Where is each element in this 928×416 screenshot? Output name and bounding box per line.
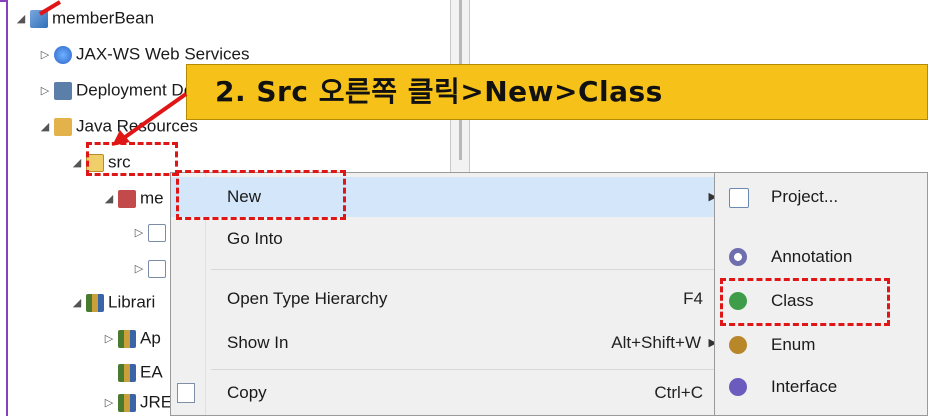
tree-item-library[interactable]: EA bbox=[116, 358, 172, 386]
submenu-item-interface[interactable]: Interface bbox=[715, 365, 927, 409]
java-file-icon bbox=[148, 223, 166, 242]
collapse-twisty-icon[interactable]: ▷ bbox=[38, 77, 52, 104]
tree-item-label: memberBean bbox=[52, 8, 155, 28]
project-wizard-icon bbox=[729, 188, 749, 208]
menu-item-shortcut: Ctrl+C bbox=[654, 383, 703, 402]
tree-item-java-file[interactable]: ▷ bbox=[132, 218, 170, 246]
collapse-twisty-icon[interactable]: ▷ bbox=[102, 389, 116, 416]
menu-item-label: Show In bbox=[227, 333, 289, 352]
submenu-item-project[interactable]: Project... bbox=[715, 175, 927, 219]
tree-item-java-file[interactable]: ▷ bbox=[132, 254, 170, 282]
tree-item-label: me bbox=[140, 188, 164, 208]
expand-twisty-icon[interactable]: ◢ bbox=[14, 5, 28, 33]
java-resources-icon bbox=[54, 117, 72, 136]
menu-item-label: Copy bbox=[227, 383, 267, 402]
library-icon bbox=[118, 363, 136, 382]
web-services-icon bbox=[54, 45, 72, 64]
menu-item-shortcut: Alt+Shift+W bbox=[611, 333, 701, 352]
expand-twisty-icon[interactable]: ◢ bbox=[38, 113, 52, 141]
submenu-item-label: Enum bbox=[771, 335, 816, 354]
submenu-item-annotation[interactable]: Annotation bbox=[715, 235, 927, 279]
tree-item-libraries[interactable]: ◢ Librari bbox=[70, 288, 172, 316]
collapse-twisty-icon[interactable]: ▷ bbox=[102, 325, 116, 352]
instruction-callout: 2. Src 오른쪽 클릭>New>Class bbox=[186, 64, 928, 120]
interface-icon bbox=[729, 378, 747, 396]
tree-item-library[interactable]: ▷ JRE bbox=[102, 388, 172, 416]
collapse-twisty-icon[interactable]: ▷ bbox=[38, 41, 52, 68]
expand-twisty-icon[interactable]: ◢ bbox=[102, 185, 116, 212]
menu-item-label: Go Into bbox=[227, 229, 283, 248]
src-highlight-box bbox=[86, 142, 178, 176]
tree-item-java-resources[interactable]: ◢ Java Resources bbox=[38, 112, 198, 140]
tree-item-label: EA bbox=[140, 362, 163, 382]
eclipse-workspace: ◢ memberBean ▷ JAX-WS Web Services ▷ Deploy… bbox=[0, 0, 928, 416]
new-highlight-box bbox=[176, 170, 346, 220]
tree-item-memberbean[interactable]: ◢ memberBean bbox=[14, 4, 154, 32]
expand-twisty-icon[interactable]: ◢ bbox=[70, 149, 84, 177]
menu-item-show-in[interactable]: Show In Alt+Shift+W ▶ bbox=[171, 323, 729, 363]
enum-icon bbox=[729, 336, 747, 354]
project-icon bbox=[30, 9, 48, 28]
tree-item-label: Ap bbox=[140, 328, 161, 348]
tree-item-deployment[interactable]: ▷ Deployment Descriptor bbox=[38, 76, 198, 104]
submenu-item-enum[interactable]: Enum bbox=[715, 323, 927, 367]
deployment-icon bbox=[54, 81, 72, 100]
submenu-item-label: Project... bbox=[771, 187, 839, 206]
tree-item-label: Java Resources bbox=[76, 116, 198, 136]
menu-item-shortcut: F4 bbox=[683, 289, 703, 308]
libraries-icon bbox=[86, 293, 104, 312]
copy-icon bbox=[177, 383, 195, 403]
menu-separator bbox=[211, 269, 721, 270]
tree-item-label: JRE bbox=[140, 392, 172, 412]
submenu-item-label: Interface bbox=[771, 377, 838, 396]
annotation-icon bbox=[729, 248, 747, 266]
library-icon bbox=[118, 329, 136, 348]
submenu-item-label: Annotation bbox=[771, 247, 853, 266]
tree-item-label: Deployment Descriptor bbox=[76, 80, 198, 100]
tree-item-package[interactable]: ◢ me bbox=[102, 184, 172, 212]
menu-separator bbox=[211, 369, 721, 370]
package-icon bbox=[118, 189, 136, 208]
expand-twisty-icon[interactable]: ◢ bbox=[70, 289, 84, 316]
tree-item-label: Librari bbox=[108, 292, 156, 312]
menu-item-go-into[interactable]: Go Into bbox=[171, 219, 729, 259]
java-file-icon bbox=[148, 259, 166, 278]
tree-item-library[interactable]: ▷ Ap bbox=[102, 324, 172, 352]
collapse-twisty-icon[interactable]: ▷ bbox=[132, 219, 146, 247]
menu-item-open-type-hierarchy[interactable]: Open Type Hierarchy F4 bbox=[171, 279, 729, 319]
library-icon bbox=[118, 393, 136, 412]
callout-text: 2. Src 오른쪽 클릭>New>Class bbox=[215, 75, 663, 108]
tree-item-label: JAX-WS Web Services bbox=[76, 44, 250, 64]
menu-item-copy[interactable]: Copy Ctrl+C bbox=[171, 373, 729, 413]
menu-item-label: Open Type Hierarchy bbox=[227, 289, 388, 308]
collapse-twisty-icon[interactable]: ▷ bbox=[132, 255, 146, 283]
class-highlight-box bbox=[720, 278, 890, 326]
